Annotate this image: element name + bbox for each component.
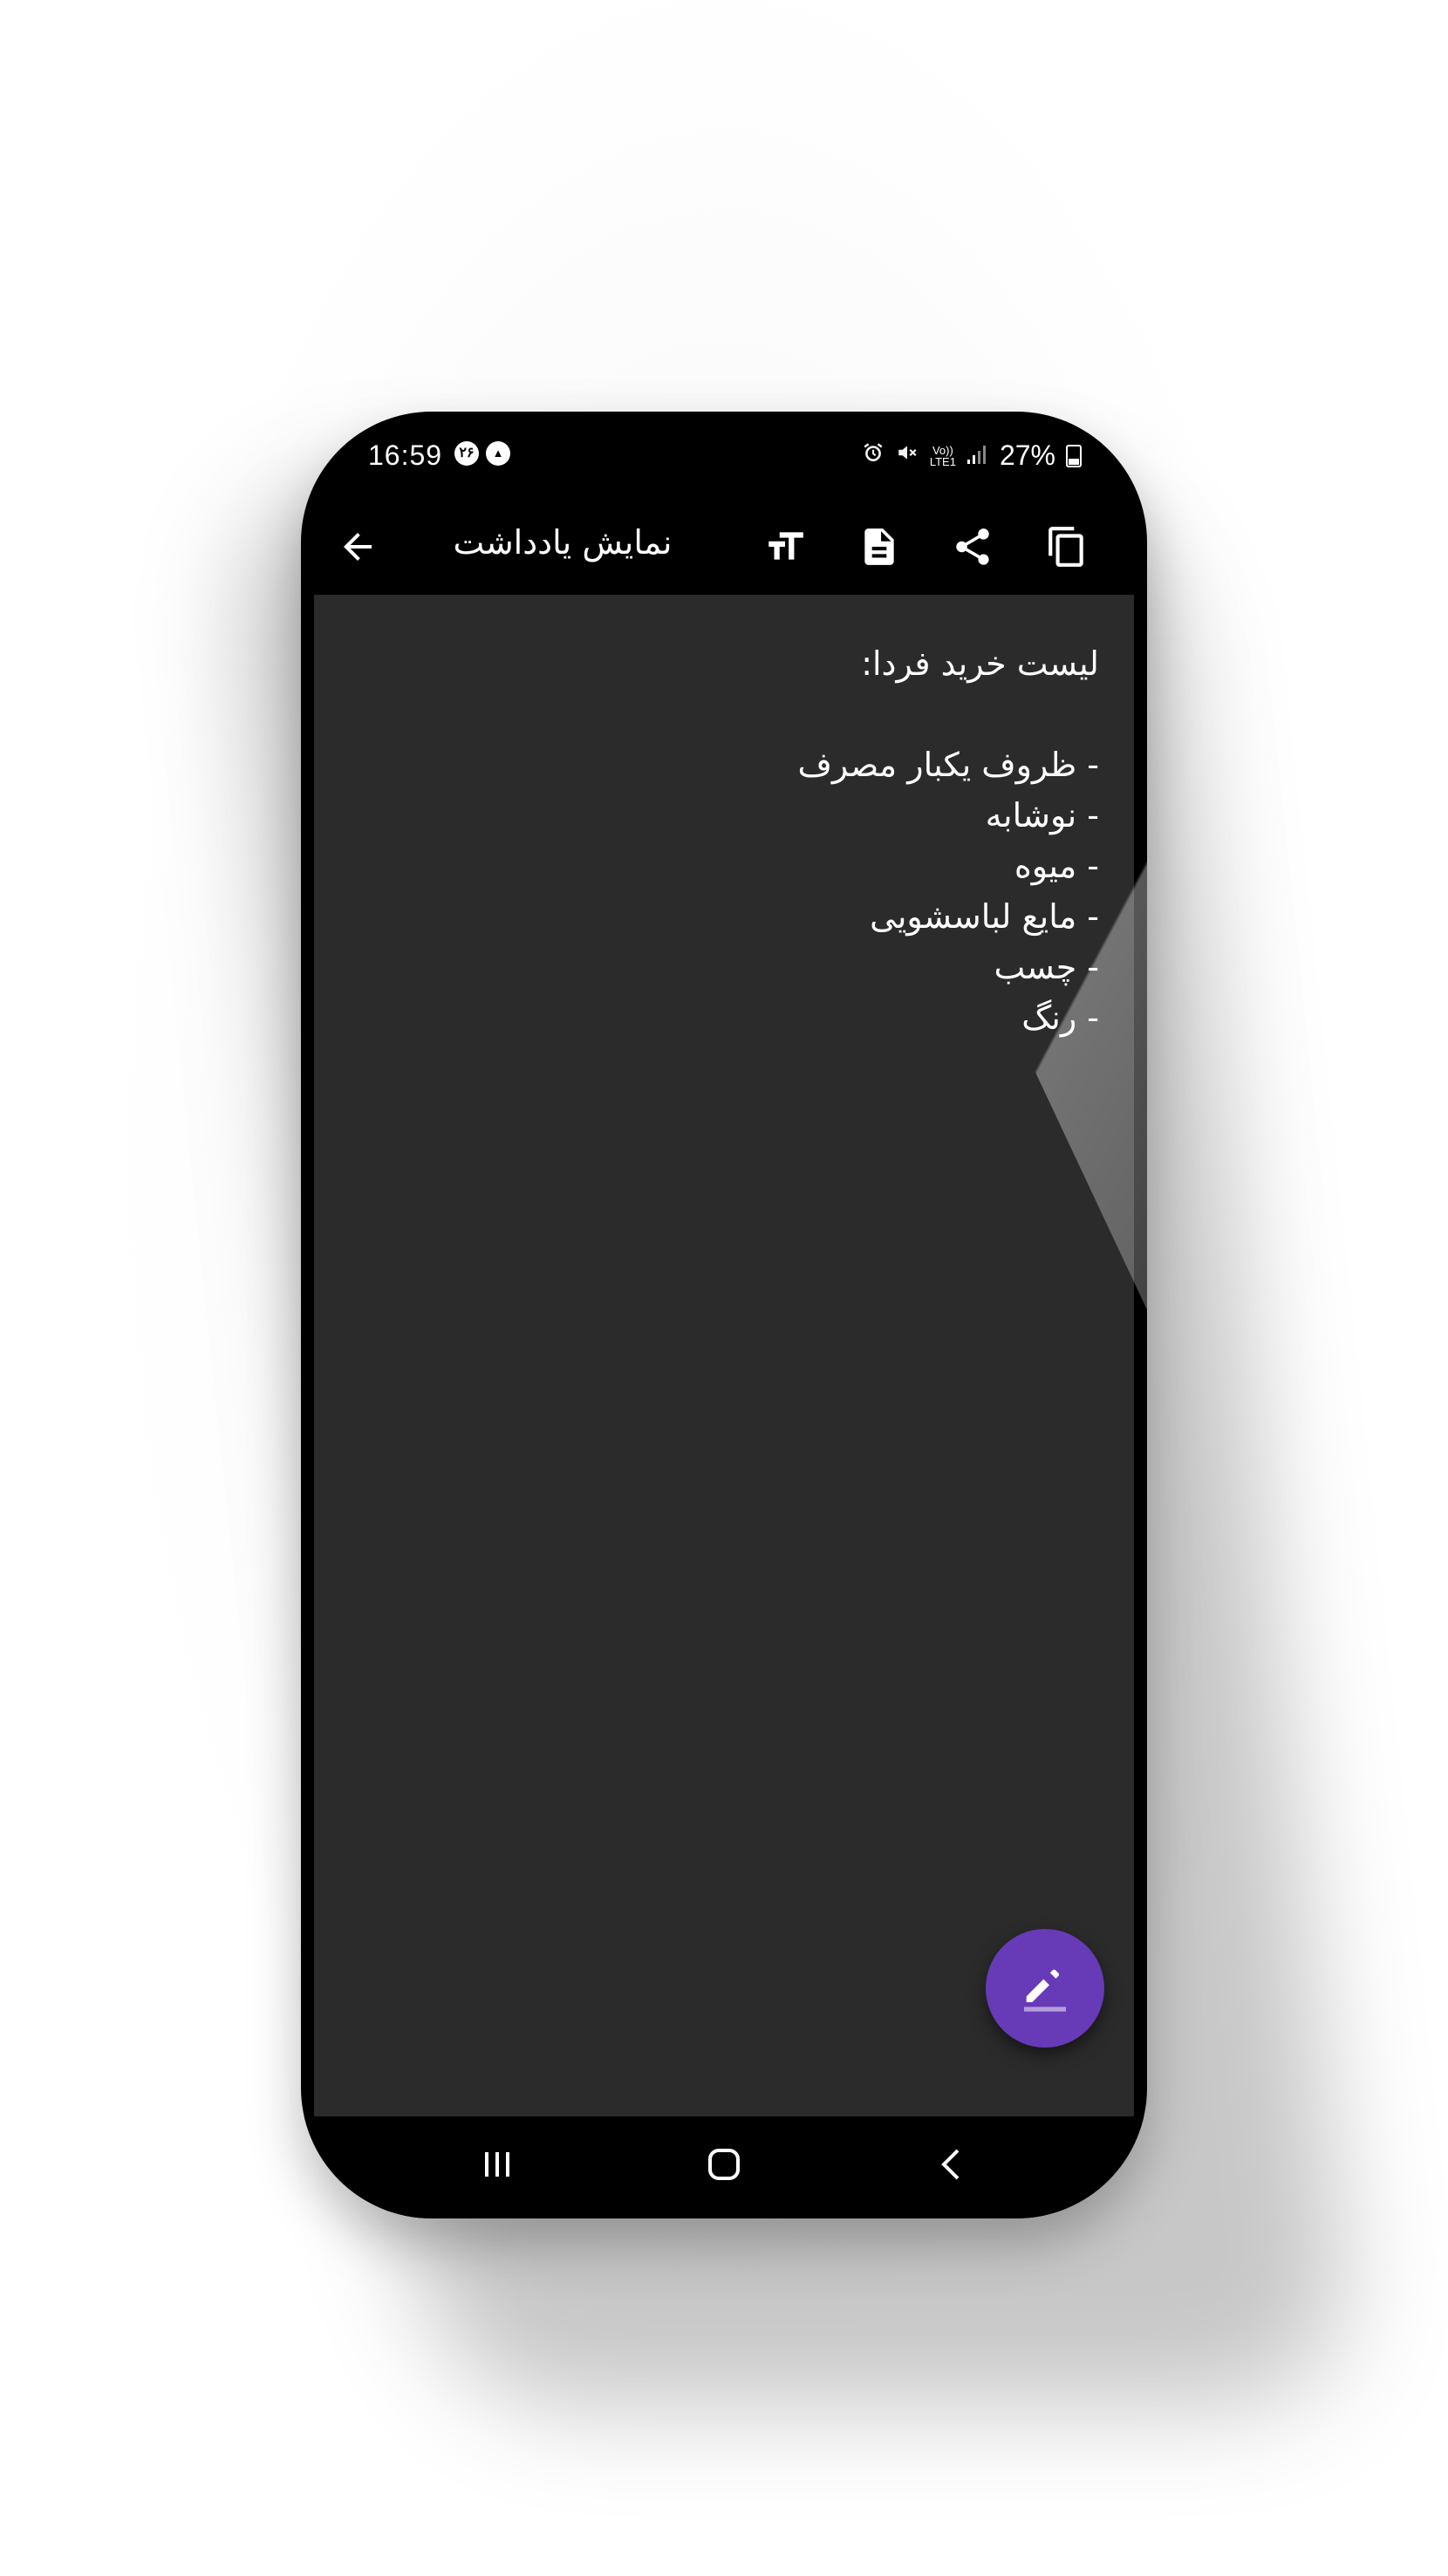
list-item: - چسب: [994, 948, 1100, 986]
text-size-icon: [768, 532, 803, 560]
battery-text: 27%: [999, 440, 1055, 471]
back-button[interactable]: [327, 516, 388, 577]
battery-icon: [1066, 444, 1082, 467]
page-title: نمایش یادداشت: [453, 523, 673, 562]
note-content-area: لیست خرید فردا: - ظروف یکبار مصرف - نوشا…: [314, 595, 1134, 2116]
copy-icon: [1048, 527, 1083, 567]
document-icon: [864, 528, 894, 565]
note-heading: لیست خرید فردا:: [861, 644, 1099, 683]
app-bar: نمایش یادداشت: [301, 499, 1147, 595]
edit-icon: [1024, 1969, 1066, 2012]
back-nav-icon: [941, 2149, 960, 2180]
note-text: لیست خرید فردا: - ظروف یکبار مصرف - نوشا…: [576, 638, 1099, 1043]
text-size-button[interactable]: [755, 516, 816, 577]
notification-app-icon: ▲: [486, 441, 510, 466]
document-button[interactable]: [849, 516, 910, 577]
list-item: - مایع لباسشویی: [870, 897, 1099, 936]
alarm-icon: [862, 441, 885, 470]
status-icons: Vo)) LTE1 27%: [862, 440, 1082, 472]
lte-label: LTE1: [929, 454, 956, 468]
list-item: - ظروف یکبار مصرف: [797, 746, 1099, 784]
share-icon: [956, 528, 989, 565]
list-item: - رنگ: [1021, 998, 1099, 1037]
copy-button[interactable]: [1036, 516, 1097, 577]
volte-label: Vo)): [932, 443, 953, 457]
back-nav-button[interactable]: [916, 2134, 986, 2195]
recents-icon: [485, 2152, 509, 2177]
phone-frame: 16:59 ۲۶ ▲ Vo)) LTE1 27% نمایش یادداشت ل…: [301, 412, 1147, 2218]
arrow-back-icon: [344, 533, 372, 561]
edit-fab-button[interactable]: [986, 1929, 1104, 2048]
home-button[interactable]: [689, 2134, 759, 2195]
signal-icon: [966, 440, 989, 472]
navigation-bar: [301, 2116, 1147, 2218]
recents-button[interactable]: [462, 2134, 532, 2195]
volte-icon: Vo)) LTE1: [930, 445, 956, 467]
mute-icon: [895, 441, 919, 470]
status-bar: 16:59 ۲۶ ▲ Vo)) LTE1 27%: [301, 412, 1147, 499]
home-icon: [708, 2149, 740, 2180]
share-button[interactable]: [942, 516, 1003, 577]
status-time: 16:59: [368, 440, 443, 471]
list-item: - میوه: [1014, 847, 1099, 885]
note-blank-line: [576, 689, 1099, 739]
notification-badge-icon: ۲۶: [454, 441, 479, 466]
list-item: - نوشابه: [985, 796, 1099, 835]
